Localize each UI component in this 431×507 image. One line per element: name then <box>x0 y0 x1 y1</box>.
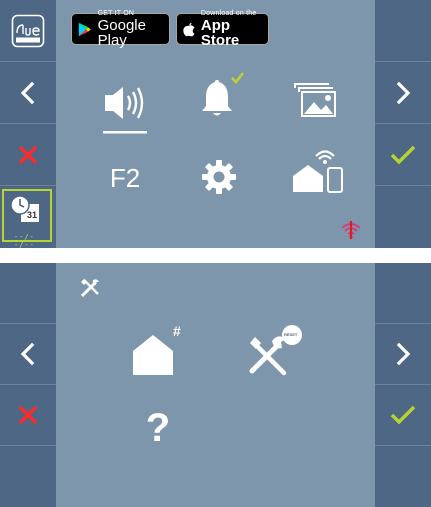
right-blank-cell-2 <box>375 446 431 507</box>
close-icon <box>18 145 38 164</box>
date-time-button[interactable]: 31 --/--/-- <box>0 186 56 248</box>
chevron-left-icon <box>20 342 35 366</box>
help-button[interactable]: ? <box>133 403 183 453</box>
confirm-button[interactable] <box>375 385 431 446</box>
logo-cell <box>0 0 56 62</box>
right-sidebar-2 <box>375 263 431 507</box>
speaker-icon <box>103 87 147 134</box>
blue-fermax-logo <box>11 14 45 47</box>
main-menu-screen: 31 --/--/-- GET IT ON Google Play Downlo… <box>0 0 431 248</box>
gear-icon <box>202 160 236 194</box>
home-wifi-phone-icon <box>293 150 343 193</box>
f2-label: F2 <box>109 162 141 193</box>
google-badge-small: GET IT ON <box>97 10 135 17</box>
sound-settings-button[interactable] <box>100 80 150 138</box>
call-tone-button[interactable] <box>196 72 246 122</box>
calendar-day: 31 <box>27 210 38 220</box>
back-button[interactable] <box>0 62 56 124</box>
connectivity-button[interactable] <box>290 148 346 198</box>
left-blank-cell <box>0 263 56 324</box>
address-button[interactable]: # <box>128 321 188 377</box>
right-blank-cell <box>375 0 431 62</box>
bell-icon <box>202 72 245 116</box>
date-text: --/--/-- <box>14 233 35 248</box>
settings-button[interactable] <box>199 157 239 197</box>
back-button[interactable] <box>0 324 56 385</box>
next-button[interactable] <box>375 62 431 124</box>
google-badge-big: Google Play <box>97 17 146 49</box>
google-badge-text: GET IT ON Google Play <box>98 10 163 48</box>
apple-badge-small: Download on the <box>200 10 257 17</box>
left-sidebar-2 <box>0 263 56 507</box>
address-mark: # <box>173 323 181 339</box>
next-button[interactable] <box>375 324 431 385</box>
check-icon <box>390 145 416 164</box>
f2-button[interactable]: F2 <box>100 158 150 198</box>
google-play-icon <box>78 22 91 36</box>
google-play-badge[interactable]: GET IT ON Google Play <box>71 10 170 48</box>
apple-badge-big: App Store <box>200 17 240 49</box>
check-icon <box>390 405 416 425</box>
apple-icon <box>183 22 195 36</box>
gallery-button[interactable] <box>291 80 339 120</box>
left-sidebar: 31 --/--/-- <box>0 0 56 248</box>
tools-icon <box>80 279 99 298</box>
cancel-button[interactable] <box>0 385 56 446</box>
reset-button[interactable]: RESET <box>244 323 304 379</box>
right-sidebar <box>375 0 431 248</box>
left-blank-cell-2 <box>0 446 56 507</box>
help-label: ? <box>145 405 171 450</box>
chevron-left-icon <box>20 81 35 104</box>
app-store-badge[interactable]: Download on the App Store <box>176 10 269 48</box>
advanced-menu-screen: # RESET ? <box>0 263 431 507</box>
cancel-button[interactable] <box>0 124 56 186</box>
reset-mark: RESET <box>284 332 298 337</box>
close-icon <box>18 405 38 425</box>
chevron-right-icon <box>396 342 411 366</box>
gallery-icon <box>294 83 336 117</box>
date-time-highlight: 31 --/--/-- <box>2 189 52 248</box>
apple-badge-text: Download on the App Store <box>201 10 262 48</box>
chevron-right-icon <box>396 81 411 104</box>
right-blank-cell <box>375 263 431 324</box>
confirm-button[interactable] <box>375 124 431 186</box>
right-blank-cell-2 <box>375 186 431 248</box>
wifi-off-icon <box>341 221 361 239</box>
